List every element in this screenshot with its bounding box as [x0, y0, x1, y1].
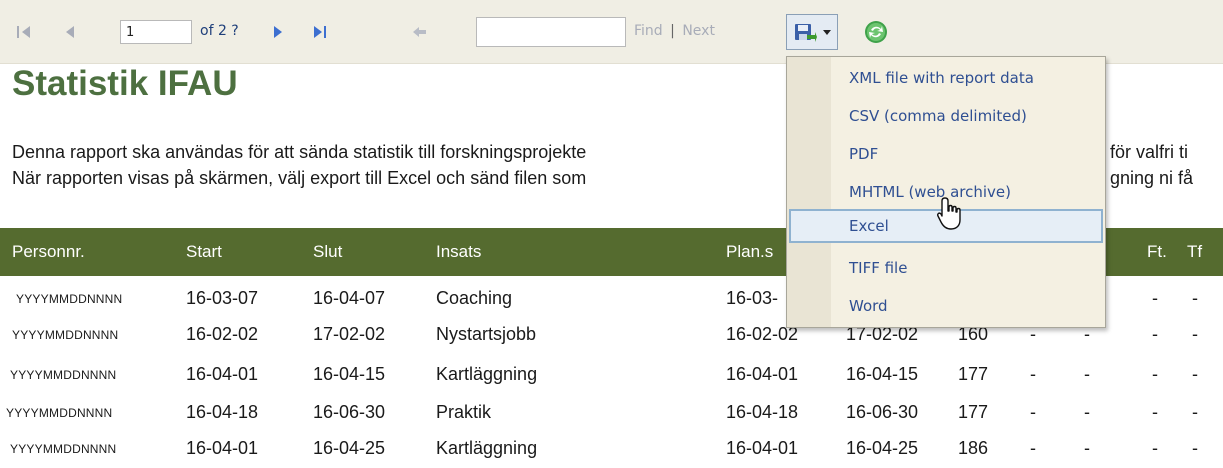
- cell-tf: -: [1192, 438, 1198, 458]
- first-page-icon[interactable]: [14, 21, 34, 43]
- cell-tf: -: [1192, 288, 1198, 308]
- description-line-2: När rapporten visas på skärmen, välj exp…: [12, 168, 587, 188]
- cell-plan-slut: 16-06-30: [846, 402, 919, 422]
- description-line-2-tail: gning ni få: [1110, 168, 1194, 188]
- cell-col-b: -: [1084, 364, 1090, 384]
- column-header-personnr: Personnr.: [12, 242, 85, 261]
- page-number-input[interactable]: [120, 20, 192, 44]
- cell-days: 186: [958, 438, 989, 458]
- table-row: YYYYMMDDNNNN 16-04-01 16-04-25 Kartläggn…: [0, 430, 1223, 466]
- find-links: Find | Next: [634, 23, 715, 39]
- menu-item-xml[interactable]: XML file with report data: [789, 61, 1103, 95]
- menu-item-label: Word: [849, 297, 888, 315]
- menu-item-word[interactable]: Word: [789, 289, 1103, 323]
- next-link[interactable]: Next: [682, 23, 715, 39]
- cell-start: 16-03-07: [186, 288, 259, 308]
- cell-col-b: -: [1084, 438, 1090, 458]
- cell-personnr: YYYYMMDDNNNN: [16, 292, 123, 306]
- cell-plan-start: 16-04-01: [726, 364, 799, 384]
- column-header-slut: Slut: [313, 242, 343, 261]
- menu-item-pdf[interactable]: PDF: [789, 137, 1103, 171]
- cell-insats: Kartläggning: [436, 364, 538, 384]
- cell-ft: -: [1152, 438, 1158, 458]
- cell-start: 16-04-01: [186, 364, 259, 384]
- save-disk-icon: [795, 24, 817, 42]
- cell-start: 16-04-18: [186, 402, 259, 422]
- cell-col-a: -: [1030, 364, 1036, 384]
- export-button[interactable]: [786, 14, 838, 50]
- cell-ft: -: [1152, 402, 1158, 422]
- menu-item-tiff[interactable]: TIFF file: [789, 251, 1103, 285]
- column-header-insats: Insats: [436, 242, 482, 261]
- cell-plan-start: 16-04-01: [726, 438, 799, 458]
- cell-start: 16-04-01: [186, 438, 259, 458]
- find-separator: |: [670, 23, 675, 39]
- last-page-icon[interactable]: [310, 21, 330, 43]
- column-header-start: Start: [186, 242, 222, 261]
- cell-personnr: YYYYMMDDNNNN: [6, 406, 113, 420]
- page-title: Statistik IFAU: [12, 64, 238, 103]
- next-page-icon[interactable]: [270, 21, 286, 43]
- back-to-parent-icon[interactable]: [410, 21, 430, 43]
- column-header-ft: Ft.: [1147, 242, 1167, 261]
- cell-slut: 16-04-07: [313, 288, 386, 308]
- column-header-tf: Tf: [1187, 242, 1203, 261]
- cell-days: 177: [958, 364, 989, 384]
- export-format-menu: XML file with report data CSV (comma del…: [786, 56, 1106, 328]
- cell-insats: Coaching: [436, 288, 513, 308]
- cell-personnr: YYYYMMDDNNNN: [10, 368, 117, 382]
- cell-slut: 16-06-30: [313, 402, 386, 422]
- table-row: YYYYMMDDNNNN 16-04-18 16-06-30 Praktik 1…: [0, 394, 1223, 430]
- chevron-down-icon: [823, 30, 831, 35]
- cell-plan-slut: 16-04-25: [846, 438, 919, 458]
- cell-insats: Kartläggning: [436, 438, 538, 458]
- cell-tf: -: [1192, 364, 1198, 384]
- cell-ft: -: [1152, 324, 1158, 344]
- cell-personnr: YYYYMMDDNNNN: [12, 328, 119, 342]
- menu-item-label: XML file with report data: [849, 69, 1034, 87]
- cell-personnr: YYYYMMDDNNNN: [10, 442, 117, 456]
- find-link[interactable]: Find: [634, 23, 663, 39]
- cell-ft: -: [1152, 288, 1158, 308]
- description-line-1: Denna rapport ska användas för att sända…: [12, 142, 587, 162]
- cell-slut: 16-04-15: [313, 364, 386, 384]
- cell-col-a: -: [1030, 402, 1036, 422]
- cell-days: 177: [958, 402, 989, 422]
- page-count-label: of 2 ?: [200, 23, 239, 39]
- hand-pointer-icon: [937, 197, 961, 230]
- cell-slut: 16-04-25: [313, 438, 386, 458]
- menu-item-label: MHTML (web archive): [849, 183, 1011, 201]
- cell-insats: Nystartsjobb: [436, 324, 537, 344]
- cell-plan-start: 16-03-: [726, 288, 779, 308]
- menu-item-csv[interactable]: CSV (comma delimited): [789, 99, 1103, 133]
- cell-col-b: -: [1084, 402, 1090, 422]
- previous-page-icon[interactable]: [62, 21, 78, 43]
- column-header-plan-start: Plan.s: [726, 242, 774, 261]
- cell-insats: Praktik: [436, 402, 492, 422]
- refresh-icon[interactable]: [862, 18, 890, 46]
- table-row: YYYYMMDDNNNN 16-04-01 16-04-15 Kartläggn…: [0, 356, 1223, 392]
- cell-plan-start: 16-04-18: [726, 402, 799, 422]
- description-line-1-tail: för valfri ti: [1110, 142, 1189, 162]
- menu-item-label: CSV (comma delimited): [849, 107, 1027, 125]
- menu-item-label: PDF: [849, 145, 879, 163]
- cell-col-a: -: [1030, 438, 1036, 458]
- report-toolbar: of 2 ? Find | Next: [0, 0, 1223, 64]
- cell-ft: -: [1152, 364, 1158, 384]
- cell-tf: -: [1192, 402, 1198, 422]
- cell-slut: 17-02-02: [313, 324, 386, 344]
- find-input[interactable]: [476, 17, 626, 47]
- menu-item-label: Excel: [849, 217, 889, 235]
- cell-start: 16-02-02: [186, 324, 259, 344]
- cell-plan-slut: 16-04-15: [846, 364, 919, 384]
- cell-tf: -: [1192, 324, 1198, 344]
- menu-item-label: TIFF file: [849, 259, 908, 277]
